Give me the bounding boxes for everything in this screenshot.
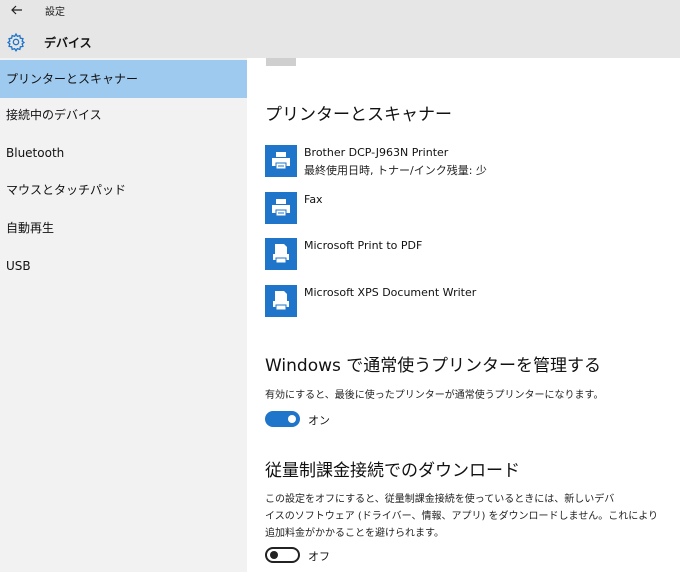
gear-icon [6, 32, 26, 52]
metered-download-heading: 従量制課金接続でのダウンロード [265, 461, 520, 481]
printer-item-brother[interactable]: Brother DCP-J963N Printer 最終使用日時, トナー/イン… [265, 145, 665, 179]
default-printer-toggle-label: オン [308, 414, 330, 427]
toggle-knob [288, 415, 296, 423]
printer-name: Microsoft Print to PDF [304, 239, 423, 252]
default-printer-description: 有効にすると、最後に使ったプリンターが通常使うプリンターになります。 [265, 390, 604, 401]
window-title: 設定 [45, 7, 65, 18]
sidebar-item-autoplay[interactable]: 自動再生 [0, 209, 247, 247]
page-header-devices: デバイス [44, 36, 92, 50]
scroll-indicator[interactable] [266, 58, 296, 66]
printer-item-fax[interactable]: Fax [265, 192, 665, 226]
title-bar: 設定 デバイス [0, 0, 680, 58]
printer-item-print-to-pdf[interactable]: Microsoft Print to PDF [265, 238, 665, 272]
printer-icon [265, 145, 297, 177]
sidebar-item-mouse-touchpad[interactable]: マウスとタッチパッド [0, 171, 247, 209]
back-button[interactable] [8, 2, 26, 18]
sidebar-item-printers-scanners[interactable]: プリンターとスキャナー [0, 60, 247, 98]
printer-name: Microsoft XPS Document Writer [304, 286, 477, 299]
printer-name: Brother DCP-J963N Printer [304, 146, 449, 159]
metered-description-line-3: 追加料金がかかることを避けられます。 [265, 528, 444, 539]
main-content: プリンターとスキャナー Brother DCP-J963N Printer 最終… [247, 58, 680, 572]
printer-name: Fax [304, 193, 323, 206]
metered-description-line-2: イスのソフトウェア (ドライバー、情報、アプリ) をダウンロードしません。これに… [265, 511, 659, 522]
document-printer-icon [265, 285, 297, 317]
sidebar-item-usb[interactable]: USB [0, 247, 247, 285]
default-printer-heading: Windows で通常使うプリンターを管理する [265, 356, 601, 376]
sidebar-item-connected-devices[interactable]: 接続中のデバイス [0, 96, 247, 134]
metered-download-toggle[interactable] [265, 547, 300, 563]
printer-item-xps-writer[interactable]: Microsoft XPS Document Writer [265, 285, 665, 319]
default-printer-toggle[interactable] [265, 411, 300, 427]
fax-icon [265, 192, 297, 224]
back-arrow-icon [11, 5, 22, 15]
printers-heading: プリンターとスキャナー [265, 105, 452, 125]
sidebar: プリンターとスキャナー 接続中のデバイス Bluetooth マウスとタッチパッ… [0, 58, 247, 572]
toggle-knob [270, 551, 278, 559]
printer-status: 最終使用日時, トナー/インク残量: 少 [304, 164, 487, 177]
document-printer-icon [265, 238, 297, 270]
sidebar-item-bluetooth[interactable]: Bluetooth [0, 134, 247, 172]
metered-toggle-label: オフ [308, 550, 330, 563]
metered-description-line-1: この設定をオフにすると、従量制課金接続を使っているときには、新しいデバ [265, 494, 615, 505]
